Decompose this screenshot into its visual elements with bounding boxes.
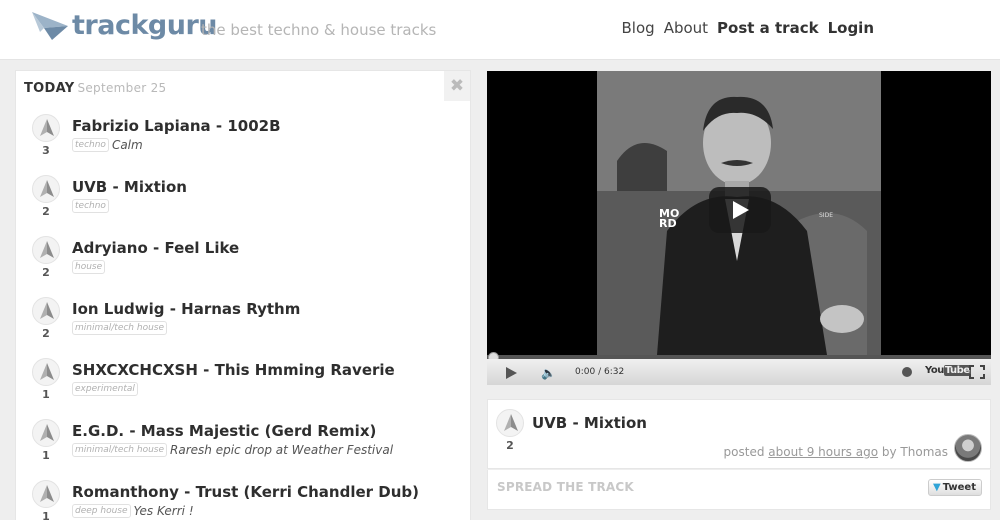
youtube-logo-icon[interactable]: YouTube	[925, 365, 971, 376]
youtube-label-b: Tube	[943, 365, 971, 376]
genre-tag[interactable]: deep house	[72, 504, 131, 518]
vote-count: 2	[42, 205, 50, 218]
upvote-arrow-icon	[504, 414, 518, 431]
nav-post-track[interactable]: Post a track	[717, 19, 819, 37]
vote-count: 3	[42, 144, 50, 157]
genre-tag[interactable]: techno	[72, 199, 109, 213]
track-meta: minimal/tech house Raresh epic drop at We…	[72, 443, 393, 457]
track-row[interactable]: 1 SHXCXCHCXSH - This Hmming Raverie experi…	[16, 354, 470, 415]
upvote-button[interactable]	[32, 419, 60, 447]
header: trackguru the best techno & house tracks…	[0, 0, 1000, 60]
upvote-button[interactable]	[496, 409, 524, 437]
vote-count: 2	[506, 439, 514, 452]
list-heading: TODAY September 25	[24, 81, 166, 96]
track-meta: techno Calm	[72, 138, 143, 152]
track-row[interactable]: 1 E.G.D. - Mass Majestic (Gerd Remix) mini…	[16, 415, 470, 476]
vote-count: 2	[42, 327, 50, 340]
upvote-arrow-icon	[40, 302, 54, 319]
svg-text:SIDE: SIDE	[819, 212, 833, 219]
track-title[interactable]: Fabrizio Lapiana - 1002B	[72, 117, 281, 135]
fullscreen-icon[interactable]	[969, 365, 985, 379]
track-title[interactable]: Ion Ludwig - Harnas Rythm	[72, 300, 300, 318]
track-meta: experimental	[72, 382, 141, 396]
tagline: the best techno & house tracks	[201, 21, 437, 39]
current-track-card: 2 UVB - Mixtion posted about 9 hours ago…	[487, 399, 991, 469]
posted-time-link[interactable]: about 9 hours ago	[768, 445, 878, 459]
upvote-arrow-icon	[40, 363, 54, 380]
avatar[interactable]	[954, 434, 982, 462]
player-controls: 🔈 0:00 / 6:32 YouTube	[487, 359, 991, 385]
track-title[interactable]: UVB - Mixtion	[72, 178, 187, 196]
watch-later-icon[interactable]	[902, 367, 912, 377]
today-date: September 25	[77, 81, 167, 95]
track-row[interactable]: 1 Romanthony - Trust (Kerri Chandler Dub)…	[16, 476, 470, 520]
big-play-button[interactable]	[709, 187, 771, 233]
brand-name[interactable]: trackguru	[72, 10, 218, 41]
upvote-button[interactable]	[32, 175, 60, 203]
upvote-arrow-icon	[40, 424, 54, 441]
paper-plane-logo-icon[interactable]	[30, 8, 70, 42]
vote-count: 2	[42, 266, 50, 279]
svg-text:RD: RD	[659, 217, 677, 230]
volume-icon[interactable]: 🔈	[541, 366, 556, 380]
track-meta: house	[72, 260, 108, 274]
tweet-button[interactable]: ▼ Tweet	[927, 479, 982, 496]
upvote-button[interactable]	[32, 114, 60, 142]
close-icon[interactable]: ✖	[444, 71, 470, 101]
posted-prefix: posted	[723, 445, 765, 459]
share-label: SPREAD THE TRACK	[497, 480, 634, 494]
track-row[interactable]: 3 Fabrizio Lapiana - 1002B techno Calm	[16, 110, 470, 171]
upvote-button[interactable]	[32, 236, 60, 264]
genre-tag[interactable]: house	[72, 260, 106, 274]
posted-info: posted about 9 hours ago by Thomas	[724, 445, 948, 459]
youtube-label-a: You	[925, 365, 944, 376]
tweet-label: Tweet	[942, 482, 976, 493]
track-title[interactable]: Adryiano - Feel Like	[72, 239, 239, 257]
main-nav: Blog About Post a track Login	[622, 19, 874, 37]
upvote-arrow-icon	[40, 241, 54, 258]
genre-tag[interactable]: experimental	[72, 382, 138, 396]
genre-tag[interactable]: minimal/tech house	[72, 321, 168, 335]
share-bar: SPREAD THE TRACK ▼ Tweet	[487, 470, 991, 510]
nav-blog[interactable]: Blog	[622, 19, 655, 37]
today-label: TODAY	[24, 81, 75, 96]
upvote-button[interactable]	[32, 480, 60, 508]
track-title[interactable]: Romanthony - Trust (Kerri Chandler Dub)	[72, 483, 419, 501]
play-icon[interactable]	[506, 367, 517, 379]
track-meta: minimal/tech house	[72, 321, 170, 335]
upvote-arrow-icon	[40, 180, 54, 197]
current-track-title[interactable]: UVB - Mixtion	[532, 414, 647, 432]
track-list-panel: TODAY September 25 ✖ 3 Fabrizio Lapiana - …	[15, 70, 471, 520]
genre-tag[interactable]: techno	[72, 138, 109, 152]
upvote-button[interactable]	[32, 358, 60, 386]
nav-login[interactable]: Login	[828, 19, 874, 37]
track-row[interactable]: 2 Ion Ludwig - Harnas Rythm minimal/tech h…	[16, 293, 470, 354]
track-title[interactable]: E.G.D. - Mass Majestic (Gerd Remix)	[72, 422, 376, 440]
vote-count: 1	[42, 510, 50, 520]
vote-count: 1	[42, 449, 50, 462]
track-title[interactable]: SHXCXCHCXSH - This Hmming Raverie	[72, 361, 395, 379]
nav-about[interactable]: About	[664, 19, 708, 37]
track-note: Calm	[111, 138, 143, 152]
track-note: Raresh epic drop at Weather Festival	[170, 443, 394, 457]
upvote-arrow-icon	[40, 119, 54, 136]
genre-tag[interactable]: minimal/tech house	[72, 443, 168, 457]
upvote-arrow-icon	[40, 485, 54, 502]
vote-count: 1	[42, 388, 50, 401]
track-row[interactable]: 2 UVB - Mixtion techno	[16, 171, 470, 232]
twitter-bird-icon: ▼	[932, 482, 941, 493]
track-note: Yes Kerri !	[133, 504, 194, 518]
posted-by: by Thomas	[881, 445, 948, 459]
video-player[interactable]: MO RD SIDE 🔈 0:00 / 6:32 YouTube	[487, 71, 991, 385]
track-meta: techno	[72, 199, 112, 213]
time-display: 0:00 / 6:32	[575, 367, 625, 377]
track-row[interactable]: 2 Adryiano - Feel Like house	[16, 232, 470, 293]
upvote-button[interactable]	[32, 297, 60, 325]
track-meta: deep house Yes Kerri !	[72, 504, 194, 518]
